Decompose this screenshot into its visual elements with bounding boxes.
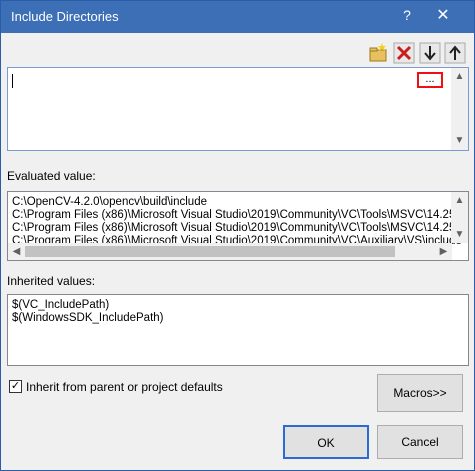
new-line-button[interactable] (367, 41, 389, 65)
inherited-values-label: Inherited values: (7, 274, 96, 288)
inherited-values-box: $(VC_IncludePath) $(WindowsSDK_IncludePa… (7, 294, 469, 366)
evaluated-lines: C:\OpenCV-4.2.0\opencv\build\include C:\… (12, 196, 469, 248)
inherit-checkbox-label[interactable]: Inherit from parent or project defaults (26, 380, 223, 394)
scroll-up-icon[interactable]: ▲ (451, 192, 468, 209)
cancel-button[interactable]: Cancel (377, 425, 463, 459)
help-button[interactable]: ? (399, 7, 415, 23)
edit-vertical-scrollbar[interactable]: ▲ ▼ (451, 68, 468, 150)
macros-button[interactable]: Macros>> (377, 374, 463, 412)
inherited-line: $(VC_IncludePath) (12, 299, 110, 311)
evaluated-line: C:\Program Files (x86)\Microsoft Visual … (12, 209, 469, 221)
title-bar: Include Directories ? ✕ (1, 1, 474, 33)
inherited-lines: $(VC_IncludePath) $(WindowsSDK_IncludePa… (12, 299, 164, 325)
dialog-title: Include Directories (11, 9, 119, 24)
evaluated-line: C:\OpenCV-4.2.0\opencv\build\include (12, 196, 207, 208)
scroll-up-icon[interactable]: ▲ (451, 68, 468, 85)
scroll-down-icon[interactable]: ▼ (451, 226, 468, 243)
evaluated-vertical-scrollbar[interactable]: ▲ ▼ (451, 192, 468, 243)
scroll-down-icon[interactable]: ▼ (451, 132, 468, 149)
move-up-button[interactable] (444, 41, 466, 65)
horizontal-scroll-thumb[interactable] (25, 246, 395, 257)
arrow-up-icon (444, 42, 466, 64)
arrow-down-icon (419, 42, 441, 64)
evaluated-line: C:\Program Files (x86)\Microsoft Visual … (12, 222, 469, 234)
close-button[interactable]: ✕ (431, 5, 455, 25)
include-directories-dialog: Include Directories ? ✕ ... ▲ ▼ Evaluate… (0, 0, 475, 471)
scroll-right-icon[interactable]: ▶ (435, 243, 452, 260)
folder-new-icon (369, 43, 387, 62)
move-down-button[interactable] (419, 41, 441, 65)
inherited-line: $(WindowsSDK_IncludePath) (12, 312, 164, 324)
text-caret (12, 74, 13, 88)
directory-edit-box[interactable]: ... ▲ ▼ (7, 67, 469, 151)
ok-button[interactable]: OK (283, 425, 369, 459)
delete-x-icon (393, 42, 415, 64)
evaluated-value-label: Evaluated value: (7, 169, 96, 183)
delete-button[interactable] (393, 41, 415, 65)
scroll-left-icon[interactable]: ◀ (8, 243, 25, 260)
evaluated-value-box: C:\OpenCV-4.2.0\opencv\build\include C:\… (7, 191, 469, 261)
browse-button[interactable]: ... (417, 72, 443, 88)
evaluated-horizontal-scrollbar[interactable]: ◀ ▶ (8, 243, 452, 260)
inherit-checkbox[interactable]: ✓ (9, 380, 22, 393)
